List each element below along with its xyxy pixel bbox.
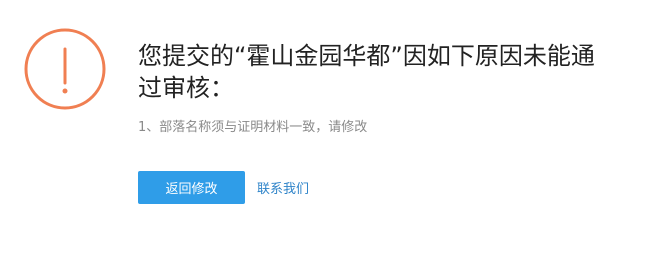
contact-us-link[interactable]: 联系我们 — [257, 178, 309, 197]
review-reason: 1、部落名称须与证明材料一致，请修改 — [138, 120, 368, 135]
actions: 返回修改 联系我们 — [138, 171, 309, 204]
return-edit-button[interactable]: 返回修改 — [138, 171, 245, 204]
warning-icon — [24, 28, 106, 110]
review-result-title: 您提交的“霍山金园华都”因如下原因未能通过审核： — [138, 42, 595, 102]
message-panel: 您提交的“霍山金园华都”因如下原因未能通过审核： 1、部落名称须与证明材料一致，… — [138, 40, 608, 138]
